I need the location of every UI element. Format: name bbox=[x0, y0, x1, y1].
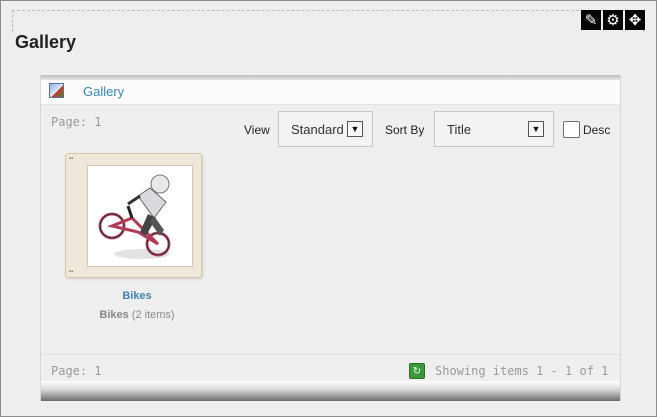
frame-corner-mark: ▪▪ bbox=[69, 156, 74, 162]
sort-select-value: Title bbox=[447, 122, 472, 137]
view-label: View bbox=[244, 123, 270, 137]
pencil-icon[interactable]: ✎ bbox=[581, 10, 601, 30]
refresh-icon[interactable]: ↻ bbox=[409, 363, 425, 379]
gallery-module: ✎ ⚙ ✥ Gallery Gallery Page: 1 View Stand… bbox=[0, 0, 657, 417]
showing-items-text: Showing items 1 - 1 of 1 bbox=[435, 364, 609, 378]
album-caption: Bikes (2 items) bbox=[41, 309, 233, 321]
pager-bottom: Page: 1 bbox=[51, 364, 102, 378]
sort-select[interactable]: Title ▼ bbox=[434, 111, 554, 147]
chevron-down-icon: ▼ bbox=[347, 121, 363, 137]
sort-by-label: Sort By bbox=[385, 123, 425, 137]
picture-icon bbox=[49, 83, 64, 98]
album-thumbnail[interactable]: ▪▪ ▪▪ bbox=[65, 153, 202, 278]
album-name-link[interactable]: Bikes bbox=[41, 290, 233, 302]
panel-bottom-border bbox=[41, 381, 620, 401]
move-icon[interactable]: ✥ bbox=[625, 10, 645, 30]
chevron-down-icon: ▼ bbox=[528, 121, 544, 137]
module-drop-zone bbox=[12, 10, 644, 32]
pager-top: Page: 1 bbox=[51, 115, 102, 129]
frame-corner-mark: ▪▪ bbox=[69, 269, 74, 275]
view-select[interactable]: Standard ▼ bbox=[278, 111, 373, 147]
desc-label: Desc bbox=[583, 123, 611, 137]
breadcrumb: Gallery bbox=[41, 80, 620, 105]
module-toolbar: ✎ ⚙ ✥ bbox=[581, 10, 645, 30]
desc-checkbox[interactable] bbox=[563, 121, 580, 138]
gallery-panel: Gallery Page: 1 View Standard ▼ Sort By … bbox=[40, 75, 621, 401]
album-caption-title: Bikes bbox=[99, 309, 129, 321]
breadcrumb-gallery-link[interactable]: Gallery bbox=[83, 84, 124, 99]
bmx-rider-image bbox=[98, 174, 171, 259]
album-item-count: (2 items) bbox=[131, 309, 175, 321]
view-select-value: Standard bbox=[291, 122, 344, 137]
footer-divider bbox=[41, 354, 620, 355]
album-image bbox=[87, 165, 193, 267]
section-title: Gallery bbox=[15, 32, 77, 52]
gear-icon[interactable]: ⚙ bbox=[603, 10, 623, 30]
